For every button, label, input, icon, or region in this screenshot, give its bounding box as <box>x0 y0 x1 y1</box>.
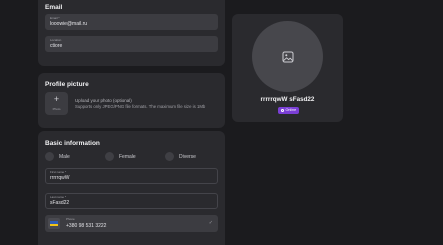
last-name-field[interactable]: Last name * sFasd22 <box>45 193 218 209</box>
upload-photo-title: Upload your photo (optional) <box>75 98 132 103</box>
gender-option-label: Diverse <box>179 154 196 160</box>
location-field[interactable]: Location ctiore <box>45 36 218 52</box>
last-name-value: sFasd22 <box>50 199 70 206</box>
phone-label: Phone <box>66 217 75 221</box>
image-icon <box>282 51 293 62</box>
status-text: Online <box>285 108 297 112</box>
upload-photo-button[interactable]: + Photo <box>45 92 68 115</box>
last-name-label: Last name * <box>50 194 67 199</box>
profile-picture-card: Profile picture + Photo Upload your phot… <box>38 73 225 128</box>
gender-option-label: Male <box>59 154 70 160</box>
first-name-value: rrrrrqwW <box>50 174 70 181</box>
profile-page: Email Email * looowie@mail.ru Location c… <box>0 0 443 245</box>
basic-information-card: Basic information Male Female Diverse Fi… <box>38 131 225 245</box>
gender-option-label: Female <box>119 154 136 160</box>
profile-name: rrrrrqwW sFasd22 <box>260 96 315 103</box>
location-field-value: ctiore <box>50 42 63 49</box>
radio-icon <box>105 152 114 161</box>
radio-icon <box>45 152 54 161</box>
email-card: Email Email * looowie@mail.ru Location c… <box>38 0 225 66</box>
ukraine-flag-icon[interactable] <box>48 218 60 229</box>
email-field[interactable]: Email * looowie@mail.ru <box>45 14 218 30</box>
basic-information-title: Basic information <box>45 140 100 147</box>
email-field-value: looowie@mail.ru <box>50 20 88 27</box>
email-field-label: Email * <box>50 15 60 20</box>
upload-photo-hint: Supports only JPEG/PNG file formats. The… <box>75 104 206 109</box>
upload-photo-label: Photo <box>52 107 61 111</box>
radio-icon <box>165 152 174 161</box>
check-icon: ✓ <box>208 220 213 226</box>
location-field-label: Location <box>50 37 62 42</box>
profile-picture-title: Profile picture <box>45 81 89 88</box>
plus-icon: + <box>53 94 60 104</box>
status-dot-icon <box>280 109 284 112</box>
first-name-field[interactable]: First name * rrrrrqwW <box>45 168 218 184</box>
profile-preview-card: rrrrrqwW sFasd22 Online <box>232 14 343 122</box>
phone-field[interactable]: Phone +380 98 531 3222 ✓ <box>45 215 218 232</box>
avatar[interactable] <box>252 21 323 92</box>
status-badge: Online <box>278 107 299 114</box>
first-name-label: First name * <box>50 169 67 174</box>
phone-value: +380 98 531 3222 <box>66 222 107 229</box>
email-section-title: Email <box>45 4 63 11</box>
